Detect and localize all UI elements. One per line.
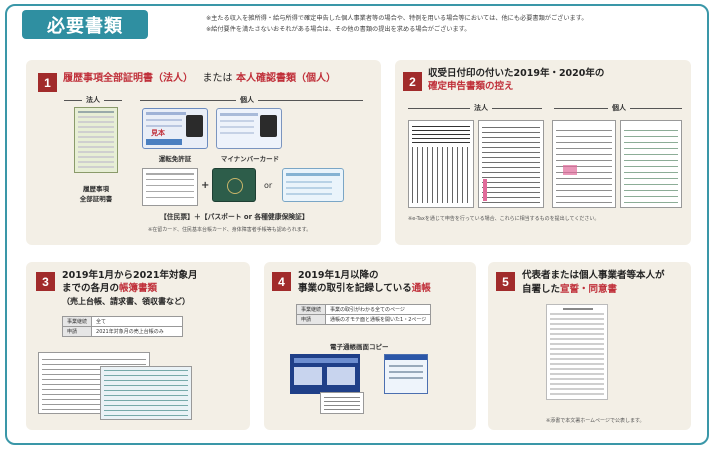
section-5-number: 5	[496, 272, 515, 291]
passbook-photo-image	[320, 392, 364, 414]
s2-indiv-label: 個人	[612, 104, 626, 112]
drivers-license-image: 見本	[142, 108, 208, 149]
oath-consent-form-image	[546, 304, 608, 400]
online-passbook-caption: 電子通帳画面コピー	[330, 343, 389, 351]
plus-symbol: +	[201, 180, 210, 191]
health-insurance-card-image	[282, 168, 344, 202]
indiv-tax-return-form-2	[620, 120, 682, 208]
header-note-1: ※主たる収入を雑所得・給与所得で確定申告した個人事業者等の場合や、特例を用いる場…	[206, 15, 588, 22]
section-5-title-2b: 宣誓・同意書	[560, 284, 618, 295]
section-1-title-corp: 履歴事項全部証明書（法人）	[63, 73, 193, 84]
section-2-title-1: 収受日付印の付いた2019年・2020年の	[428, 68, 605, 79]
section-3-title-3: （売上台帳、請求書、領収書など）	[62, 297, 190, 306]
section-3-title-2: までの各月の帳簿書類	[62, 283, 157, 295]
corp-doc-caption-1: 履歴事項	[83, 185, 109, 193]
table-cell: 2021年対象月の売上台帳のみ	[91, 326, 184, 337]
corp-doc-caption-2: 全部証明書	[79, 195, 113, 203]
section-1-title: 履歴事項全部証明書（法人） または 本人確認書類（個人）	[63, 73, 336, 85]
corp-tax-return-form-2	[478, 120, 544, 208]
section-5-title-2a: 自署した	[522, 284, 561, 295]
section-4-title-2b: 通帳	[411, 283, 431, 294]
s2-corp-label: 法人	[474, 104, 488, 112]
resident-passport-caption: 【住民票】＋【パスポート or 各種健康保険証】	[160, 213, 309, 221]
corp-rule-right	[104, 100, 122, 101]
section-1-title-or: または	[202, 73, 233, 84]
mynumber-caption: マイナンバーカード	[220, 155, 280, 163]
table-row: 事業継続 全て	[61, 316, 184, 327]
section-2-number: 2	[403, 72, 422, 91]
mynumber-photo-icon	[260, 115, 277, 137]
header-note-2: ※給付要件を満たさないおそれがある場合は、その他の書類の提出を求める場合がござい…	[206, 26, 471, 33]
s2-corp-rule-left	[408, 108, 470, 109]
section-4-title-2: 事業の取引を記録している通帳	[298, 283, 431, 295]
section-3-title-2a: までの各月の	[62, 283, 120, 294]
online-passbook-screen-1	[290, 354, 360, 394]
section-1-footnote: ※在留カード、住民基本台帳カード、身体障害者手帳等も認められます。	[148, 227, 312, 233]
indiv-rule-right	[258, 100, 363, 101]
table-cell: 全て	[91, 316, 184, 327]
license-sample-mark: 見本	[151, 129, 165, 137]
passport-image	[212, 168, 256, 202]
table-cell: 事業継続	[61, 316, 93, 327]
section-2-title-2: 確定申告書類の控え	[428, 81, 514, 92]
indiv-tax-return-form-1	[552, 120, 616, 208]
license-caption: 運転免許証	[158, 155, 192, 163]
section-4-title-2a: 事業の取引を記録している	[298, 283, 412, 294]
mynumber-card-image	[216, 108, 282, 149]
table-cell: 事業の取引がわかる全てのページ	[325, 304, 432, 315]
s2-indiv-rule-left	[554, 108, 608, 109]
section-4-number: 4	[272, 272, 291, 291]
section-3-title-1: 2019年1月から2021年対象月	[62, 270, 198, 281]
table-cell: 事業継続	[295, 304, 327, 315]
table-cell: 申請	[295, 314, 327, 325]
section-3-title-2b: 帳簿書類	[119, 283, 158, 294]
corporate-registry-certificate-image	[74, 107, 118, 173]
indiv-rule-left	[140, 100, 236, 101]
indiv-label: 個人	[240, 96, 254, 104]
section-3-number: 3	[36, 272, 55, 291]
s2-corp-rule-right	[492, 108, 542, 109]
page-title: 必要書類	[22, 10, 148, 39]
table-row: 事業継続 事業の取引がわかる全てのページ	[295, 304, 432, 315]
section-5-title-1: 代表者または個人事業者等本人が	[522, 270, 665, 281]
resident-record-image	[142, 168, 198, 206]
corp-tax-return-form-1	[408, 120, 474, 208]
section-1-number: 1	[38, 73, 57, 92]
online-passbook-screen-2	[384, 354, 428, 394]
section-1-title-indiv: 本人確認書類（個人）	[235, 73, 336, 84]
section-2-footnote: ※e-Taxを通じて申告を行っている場合、これらに相当するものを提出してください…	[408, 216, 600, 222]
corp-rule-left	[64, 100, 82, 101]
or-symbol: or	[264, 181, 273, 190]
table-cell: 通帳のオモテ面と通帳を開いた1・2ページ	[325, 314, 432, 325]
table-row: 申請 2021年対象月の売上台帳のみ	[61, 326, 184, 337]
corp-label: 法人	[86, 96, 100, 104]
table-row: 申請 通帳のオモテ面と通帳を開いた1・2ページ	[295, 314, 432, 325]
table-cell: 申請	[61, 326, 93, 337]
s2-indiv-rule-right	[630, 108, 682, 109]
license-photo-icon	[186, 115, 203, 137]
section-4-table: 事業継続 事業の取引がわかる全てのページ 申請 通帳のオモテ面と通帳を開いた1・…	[295, 304, 432, 325]
section-3-table: 事業継続 全て 申請 2021年対象月の売上台帳のみ	[61, 316, 184, 337]
section-4-title-1: 2019年1月以降の	[298, 270, 379, 281]
ledger-sheet-image-2	[100, 366, 192, 420]
section-5-title-2: 自署した宣誓・同意書	[522, 284, 617, 296]
section-5-footnote: ※添書で本文署ホームページで公表します。	[546, 418, 645, 424]
